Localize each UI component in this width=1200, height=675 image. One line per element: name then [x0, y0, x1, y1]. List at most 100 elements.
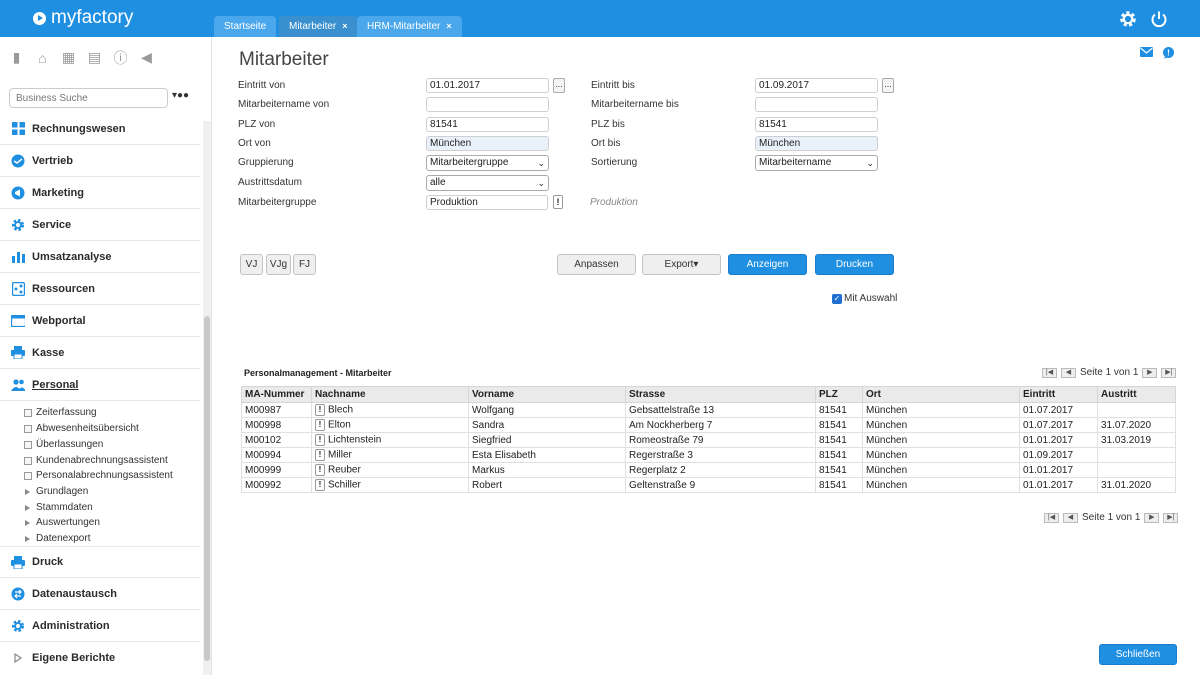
mouse-icon[interactable]: ▮ — [8, 49, 25, 66]
document-icon[interactable]: ▤ — [86, 49, 103, 66]
sidebar-item-rechnungswesen[interactable]: Rechnungswesen — [0, 113, 200, 145]
sidebar-item-ressourcen[interactable]: Ressourcen — [0, 273, 200, 305]
last-page-icon[interactable]: ▶| — [1163, 512, 1179, 523]
sidebar-item-administration[interactable]: Administration — [0, 610, 200, 642]
tab-hrm-mitarbeiter[interactable]: HRM-Mitarbeiter × — [357, 16, 462, 37]
sidebar-item-datenaustausch[interactable]: Datenaustausch — [0, 578, 200, 610]
row-action-button[interactable]: ! — [315, 434, 325, 446]
tab-mitarbeiter[interactable]: Mitarbeiter × — [279, 16, 358, 37]
tree-item-stammdaten[interactable]: Stammdaten — [24, 500, 93, 515]
col-header-eintritt[interactable]: Eintritt — [1019, 386, 1098, 403]
export-button[interactable]: Export▾ — [642, 254, 721, 275]
tree-item-ueberlassungen[interactable]: Überlassungen — [24, 437, 103, 452]
col-header-austritt[interactable]: Austritt — [1097, 386, 1176, 403]
mail-icon[interactable] — [1140, 47, 1153, 62]
eintritt-bis-input[interactable]: 01.09.2017 — [755, 78, 878, 93]
search-options-icon[interactable]: ▾●● — [172, 90, 189, 101]
app-logo[interactable]: myfactory — [33, 7, 133, 29]
business-search-input[interactable] — [9, 88, 168, 108]
chat-icon[interactable]: ! — [1162, 47, 1175, 62]
tree-item-personalabrechnungsassistent[interactable]: Personalabrechnungsassistent — [24, 468, 173, 483]
col-header-vorname[interactable]: Vorname — [468, 386, 626, 403]
table-row[interactable]: M00999 ! Reuber Markus Regerplatz 2 81541… — [241, 462, 1176, 478]
sidebar-item-webportal[interactable]: Webportal — [0, 305, 200, 337]
col-header-strasse[interactable]: Strasse — [625, 386, 816, 403]
expand-arrow-icon[interactable] — [25, 488, 30, 495]
table-row[interactable]: M00987 ! Blech Wolfgang Gebsattelstraße 1… — [241, 402, 1176, 418]
anpassen-button[interactable]: Anpassen — [557, 254, 636, 275]
plz-von-input[interactable]: 81541 — [426, 117, 549, 132]
table-row[interactable]: M00998 ! Elton Sandra Am Nockherberg 7 81… — [241, 417, 1176, 433]
col-header-plz[interactable]: PLZ — [815, 386, 863, 403]
cell-strasse: Gebsattelstraße 13 — [625, 402, 816, 418]
row-action-button[interactable]: ! — [315, 404, 325, 416]
ort-von-input[interactable]: München — [426, 136, 549, 151]
expand-arrow-icon[interactable] — [25, 519, 30, 526]
expand-arrow-icon[interactable] — [25, 535, 30, 542]
austrittsdatum-select[interactable]: alle ⌄ — [426, 175, 549, 191]
table-row[interactable]: M00102 ! Lichtenstein Siegfried Romeostra… — [241, 432, 1176, 448]
col-header-nachname[interactable]: Nachname — [311, 386, 469, 403]
home-icon[interactable]: ⌂ — [34, 49, 51, 66]
row-action-button[interactable]: ! — [315, 449, 325, 461]
mit-auswahl-toggle[interactable]: ✓ Mit Auswahl — [832, 293, 897, 304]
row-action-button[interactable]: ! — [315, 464, 325, 476]
col-header-ma-nummer[interactable]: MA-Nummer — [241, 386, 312, 403]
tree-item-grundlagen[interactable]: Grundlagen — [24, 484, 88, 499]
anzeigen-button[interactable]: Anzeigen — [728, 254, 807, 275]
tree-item-kundenabrechnungsassistent[interactable]: Kundenabrechnungsassistent — [24, 453, 168, 468]
sortierung-select[interactable]: Mitarbeitername ⌄ — [755, 155, 878, 171]
sidebar-item-druck[interactable]: Druck — [0, 546, 200, 578]
sidebar-item-eigene-berichte[interactable]: Eigene Berichte — [0, 642, 200, 674]
info-icon[interactable]: ⓘ — [112, 49, 129, 66]
sidebar-item-umsatzanalyse[interactable]: Umsatzanalyse — [0, 241, 200, 273]
close-icon[interactable]: × — [446, 16, 451, 37]
calendar-icon[interactable]: ▦ — [60, 49, 77, 66]
power-icon[interactable] — [1149, 9, 1169, 29]
prev-page-icon[interactable]: ◀ — [1063, 512, 1078, 523]
table-row[interactable]: M00994 ! Miller Esta Elisabeth Regerstraß… — [241, 447, 1176, 463]
tree-item-zeiterfassung[interactable]: Zeiterfassung — [24, 405, 97, 420]
expand-arrow-icon[interactable] — [25, 504, 30, 511]
tree-item-auswertungen[interactable]: Auswertungen — [24, 515, 100, 530]
sidebar-item-marketing[interactable]: Marketing — [0, 177, 200, 209]
sidebar-item-kasse[interactable]: Kasse — [0, 337, 200, 369]
gear-icon[interactable] — [1118, 9, 1138, 29]
row-action-button[interactable]: ! — [315, 479, 325, 491]
sidebar-scrollbar[interactable] — [203, 121, 211, 675]
ma-name-von-input[interactable] — [426, 97, 549, 112]
sidebar-item-vertrieb[interactable]: Vertrieb — [0, 145, 200, 177]
fj-button[interactable]: FJ — [293, 254, 316, 275]
plz-bis-input[interactable]: 81541 — [755, 117, 878, 132]
next-page-icon[interactable]: ▶ — [1142, 367, 1158, 378]
vj-button[interactable]: VJ — [240, 254, 263, 275]
sidebar-item-service[interactable]: Service — [0, 209, 200, 241]
first-page-icon[interactable]: |◀ — [1042, 367, 1057, 378]
scroll-thumb[interactable] — [204, 316, 210, 661]
gruppierung-select[interactable]: Mitarbeitergruppe ⌄ — [426, 155, 549, 171]
table-row[interactable]: M00992 ! Schiller Robert Geltenstraße 9 8… — [241, 477, 1176, 493]
mit-auswahl-checkbox[interactable]: ✓ — [832, 293, 842, 304]
vjg-button[interactable]: VJg — [266, 254, 291, 275]
sidebar-item-personal[interactable]: Personal — [0, 369, 200, 401]
eintritt-bis-picker-button[interactable]: ... — [882, 78, 894, 93]
last-page-icon[interactable]: ▶| — [1161, 367, 1177, 378]
tab-startseite[interactable]: Startseite — [214, 16, 277, 37]
ort-bis-input[interactable]: München — [755, 136, 878, 151]
row-action-button[interactable]: ! — [315, 419, 325, 431]
col-header-ort[interactable]: Ort — [862, 386, 1020, 403]
drucken-button[interactable]: Drucken — [815, 254, 894, 275]
collapse-icon[interactable]: ◀ — [138, 49, 155, 66]
prev-page-icon[interactable]: ◀ — [1061, 367, 1076, 378]
close-icon[interactable]: × — [342, 16, 347, 37]
next-page-icon[interactable]: ▶ — [1144, 512, 1160, 523]
tree-item-abwesenheitsuebersicht[interactable]: Abwesenheitsübersicht — [24, 421, 139, 436]
tree-item-datenexport[interactable]: Datenexport — [24, 531, 90, 546]
first-page-icon[interactable]: |◀ — [1044, 512, 1059, 523]
eintritt-von-input[interactable]: 01.01.2017 — [426, 78, 549, 93]
eintritt-von-picker-button[interactable]: ... — [553, 78, 565, 93]
ma-gruppe-input[interactable]: Produktion — [426, 195, 548, 210]
ma-gruppe-select-button[interactable]: ! — [553, 195, 563, 209]
ma-name-bis-input[interactable] — [755, 97, 878, 112]
schliessen-button[interactable]: Schließen — [1099, 644, 1177, 665]
